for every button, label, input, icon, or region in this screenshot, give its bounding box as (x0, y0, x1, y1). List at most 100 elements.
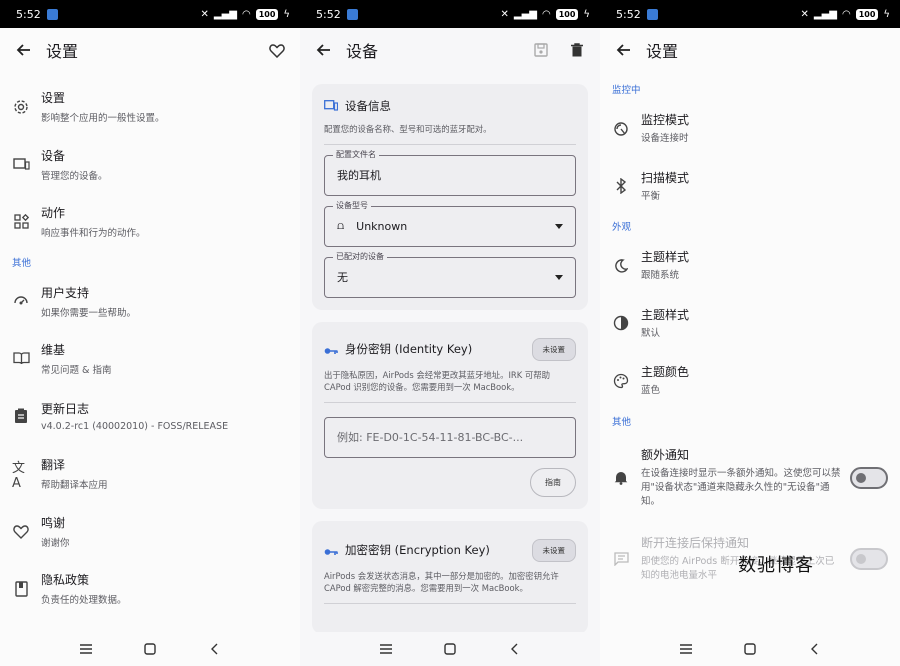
nav-back-icon[interactable] (507, 642, 521, 656)
guide-button[interactable]: 指南 (530, 467, 576, 497)
section-label-other: 其他 (612, 416, 632, 428)
item-title: 监控模式 (641, 113, 690, 128)
list-item-actions[interactable]: 动作 响应事件和行为的动作。 (0, 193, 300, 251)
charging-icon: ϟ (583, 8, 590, 20)
item-title: 用户支持 (41, 285, 90, 300)
list-item-translate[interactable]: 文A 翻译 帮助翻译本应用 (0, 445, 300, 503)
battery-icon: 100 (855, 8, 879, 20)
clipboard-icon (12, 407, 30, 425)
list-item-changelog[interactable]: 更新日志 v4.0.2-rc1 (40002010) - FOSS/RELEAS… (0, 388, 300, 446)
card-description: 出于隐私原因，AirPods 会经常更改其蓝牙地址。IRK 可帮助 CAPod … (324, 369, 551, 393)
toggle-knob (856, 472, 866, 483)
keep-notification-toggle[interactable] (850, 547, 888, 570)
device-info-card: 设备信息 配置您的设备名称、型号和可选的蓝牙配对。 配置文件名 我的耳机 设备型… (312, 84, 588, 310)
status-bar: 5:52 ✕ ▂▄▆ ◠ 100 ϟ (600, 0, 900, 28)
section-label-monitoring: 监控中 (612, 85, 641, 96)
system-nav-bar (0, 632, 300, 666)
home-icon[interactable] (443, 642, 457, 656)
key-icon (324, 340, 338, 359)
item-title: 断开连接后保持通知 (641, 536, 750, 551)
list-item-settings[interactable]: 设置 影响整个应用的一般性设置。 (0, 78, 300, 136)
monitor-mode-icon (612, 120, 630, 138)
field-value: Unknown (356, 219, 408, 233)
screen-settings-main: 5:52 ✕ ▂▄▆ ◠ 100 ϟ 设置 设置 影响整个应用的一般性设置。 设… (0, 0, 300, 666)
identity-key-input[interactable]: 例如: FE-D0-1C-54-11-81-BC-BC-... (324, 416, 576, 458)
scan-mode-item[interactable]: 扫描模式 平衡 (600, 158, 900, 216)
nav-back-icon[interactable] (807, 642, 821, 656)
status-bar: 5:52 ✕ ▂▄▆ ◠ 100 ϟ (0, 0, 300, 28)
item-title: 鸣谢 (41, 515, 66, 530)
system-nav-bar (300, 632, 600, 666)
item-title: 隐私政策 (41, 573, 90, 588)
screen-general-settings: 5:52 ✕ ▂▄▆ ◠ 100 ϟ 设置 监控中 监控模式 设备连接时 扫描模… (600, 0, 900, 666)
theme-style-item[interactable]: 主题样式 默认 (600, 295, 900, 353)
status-time: 5:52 (316, 7, 341, 21)
extra-notification-toggle[interactable] (850, 466, 888, 489)
mute-icon: ✕ (500, 8, 509, 20)
monitor-mode-item[interactable]: 监控模式 设备连接时 (600, 100, 900, 158)
dropdown-arrow-icon (555, 223, 563, 229)
list-item-thanks[interactable]: 鸣谢 谢谢你 (0, 503, 300, 561)
home-icon[interactable] (143, 642, 157, 656)
menu-icon[interactable] (679, 642, 693, 656)
charging-icon: ϟ (883, 8, 890, 20)
back-arrow-icon[interactable] (12, 38, 36, 62)
list-item-wiki[interactable]: 维基 常见问题 & 指南 (0, 330, 300, 388)
list-item-devices[interactable]: 设备 管理您的设备。 (0, 136, 300, 194)
toggle-knob (856, 553, 866, 564)
card-title: 加密密钥 (Encryption Key) (345, 543, 490, 558)
field-label: 已配对的设备 (333, 250, 387, 262)
card-title: 设备信息 (345, 98, 391, 113)
item-subtitle: 帮助翻译本应用 (41, 480, 108, 492)
airpods-icon: ⩍ (337, 219, 345, 233)
list-item-privacy[interactable]: 隐私政策 负责任的处理数据。 (0, 560, 300, 618)
translate-icon: 文A (12, 460, 26, 491)
item-title: 设置 (41, 91, 66, 106)
theme-mode-item[interactable]: 主题样式 跟随系统 (600, 237, 900, 295)
status-icons: ✕ ▂▄▆ ◠ 100 ϟ (800, 8, 890, 20)
back-arrow-icon[interactable] (612, 38, 636, 62)
menu-icon[interactable] (379, 642, 393, 656)
list-item-support[interactable]: 用户支持 如果你需要一些帮助。 (0, 273, 300, 331)
contrast-icon (612, 314, 630, 332)
encryption-key-status-button[interactable]: 未设置 (531, 538, 576, 562)
item-subtitle: 影响整个应用的一般性设置。 (41, 113, 165, 125)
status-time: 5:52 (616, 7, 641, 21)
profile-name-field[interactable]: 配置文件名 我的耳机 (324, 148, 576, 196)
delete-icon[interactable] (566, 39, 588, 61)
item-title: 主题颜色 (641, 365, 690, 380)
device-model-select[interactable]: 设备型号 ⩍ Unknown (324, 199, 576, 247)
item-subtitle: 蓝色 (641, 385, 661, 397)
item-subtitle: 如果你需要一些帮助。 (41, 307, 137, 319)
item-title: 扫描模式 (641, 170, 690, 185)
item-subtitle: 负责任的处理数据。 (41, 595, 127, 607)
card-description: AirPods 会发送状态消息，其中一部分是加密的。加密密钥允许 CAPod 解… (324, 570, 559, 594)
home-icon[interactable] (743, 642, 757, 656)
item-subtitle: 跟随系统 (641, 270, 680, 282)
watermark-text: 数驰博客 (738, 555, 814, 576)
key-icon (324, 541, 338, 560)
wifi-icon: ◠ (841, 8, 851, 20)
save-icon[interactable] (530, 39, 552, 61)
heart-icon[interactable] (266, 39, 288, 61)
status-icons: ✕ ▂▄▆ ◠ 100 ϟ (500, 8, 590, 20)
item-title: 维基 (41, 343, 66, 358)
item-title: 动作 (41, 206, 66, 221)
mute-icon: ✕ (200, 8, 209, 20)
page-title: 设置 (646, 42, 679, 61)
nav-back-icon[interactable] (207, 642, 221, 656)
book-open-icon (12, 350, 30, 368)
section-label-other: 其他 (12, 257, 32, 269)
paired-device-select[interactable]: 已配对的设备 无 (324, 250, 576, 298)
menu-icon[interactable] (79, 642, 93, 656)
status-bar: 5:52 ✕ ▂▄▆ ◠ 100 ϟ (300, 0, 600, 28)
back-arrow-icon[interactable] (312, 38, 336, 62)
identity-key-status-button[interactable]: 未设置 (531, 337, 576, 361)
settings-list: 监控中 监控模式 设备连接时 扫描模式 平衡 外观 主题样式 跟随系统 主题样式… (600, 72, 900, 594)
extra-notification-item[interactable]: 额外通知 在设备连接时显示一条额外通知。这使您可以禁用"设备状态"通道来隐藏永久… (600, 432, 900, 524)
item-title: 额外通知 (641, 448, 690, 463)
theme-color-item[interactable]: 主题颜色 蓝色 (600, 352, 900, 410)
support-icon (12, 292, 30, 310)
card-title: 身份密钥 (Identity Key) (345, 342, 473, 357)
heart-outline-icon (12, 522, 30, 540)
